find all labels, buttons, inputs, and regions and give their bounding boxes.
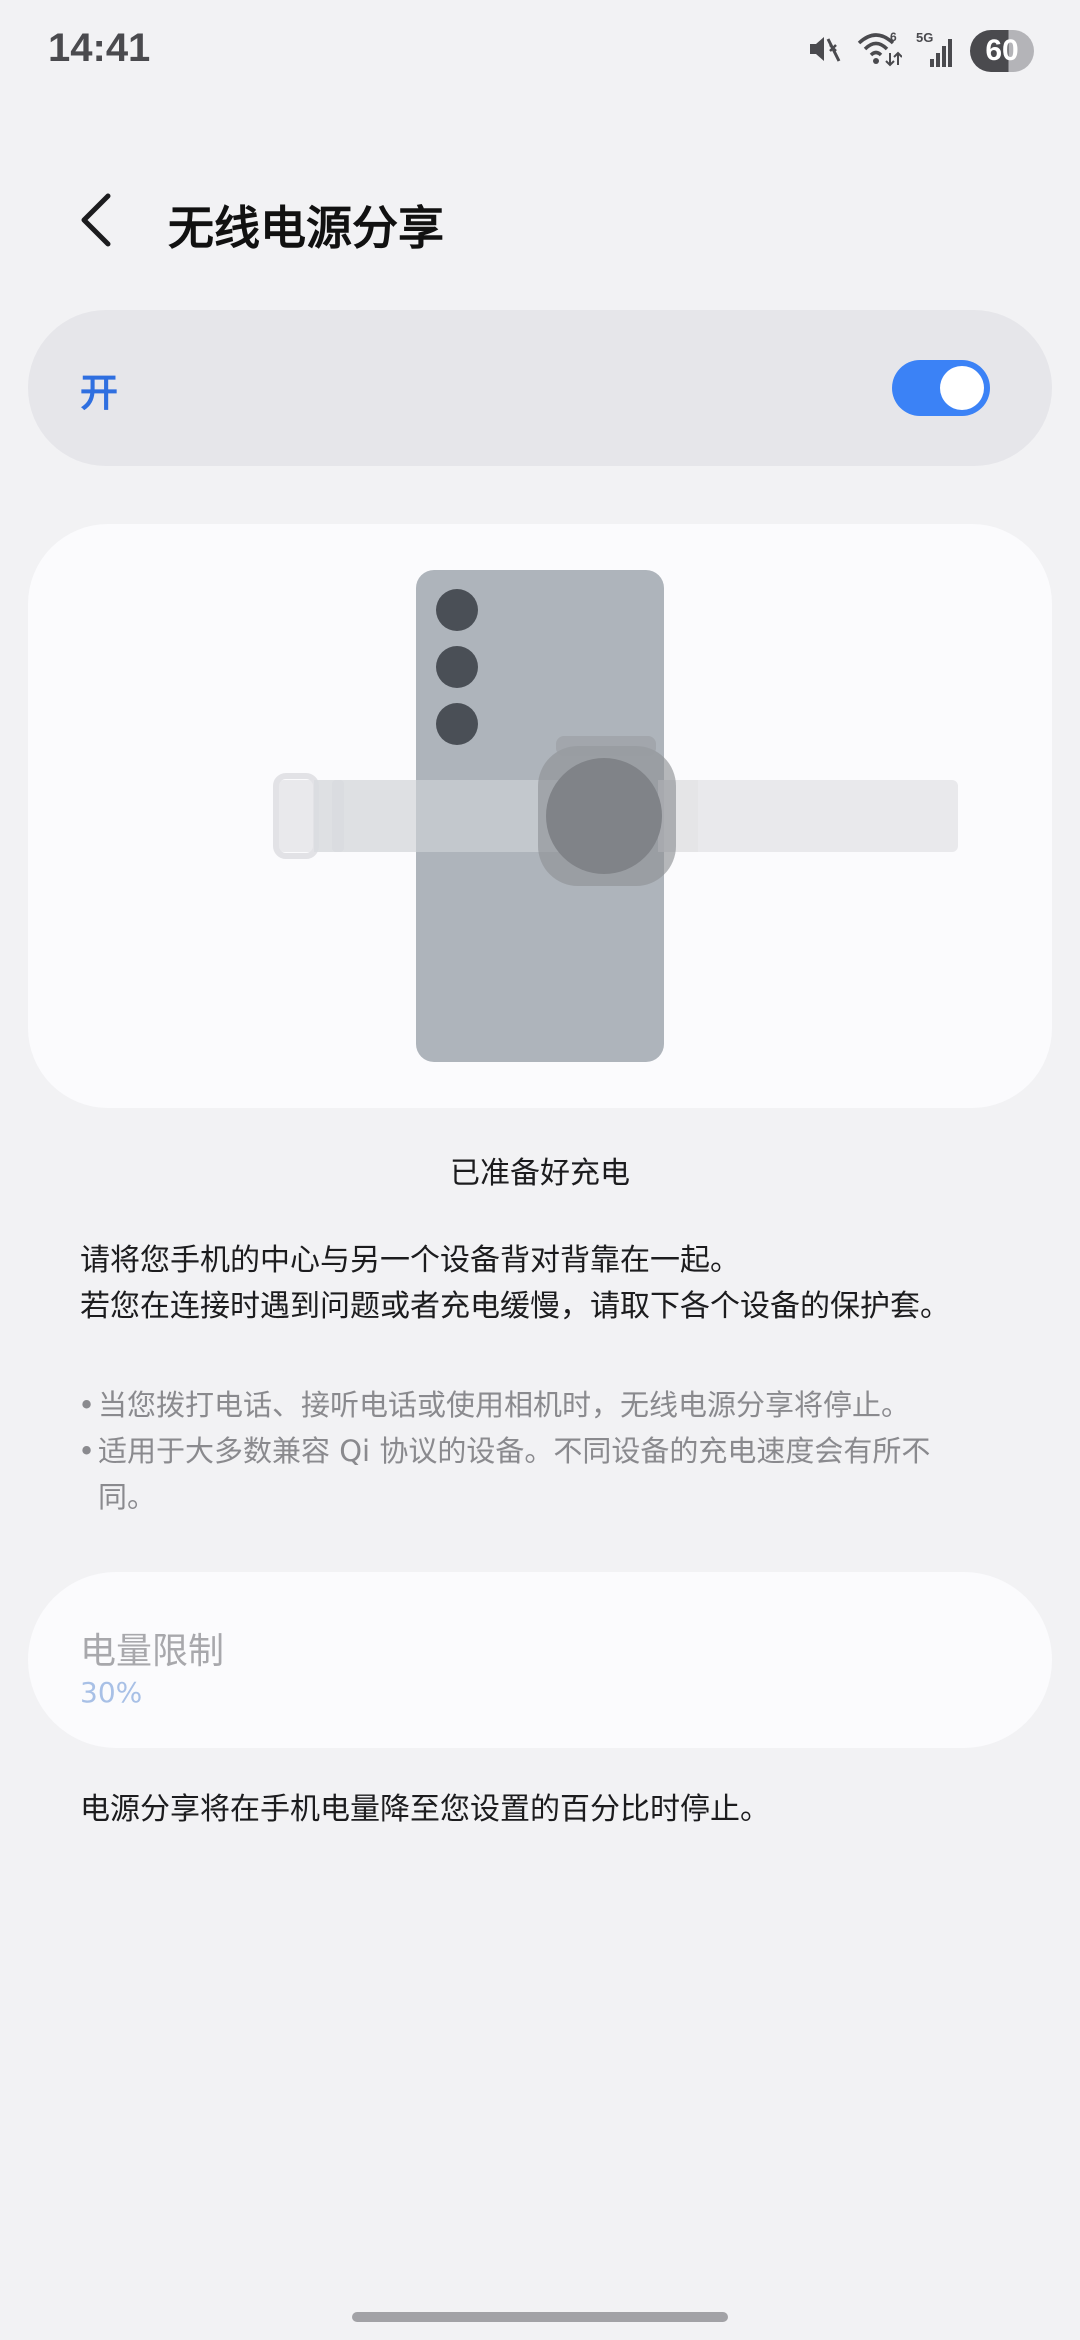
status-bar: 14:41 6 5G 60 [0, 0, 1080, 100]
watch-strap-overlay [314, 780, 564, 852]
instructions: 请将您手机的中心与另一个设备背对背靠在一起。 若您在连接时遇到问题或者充电缓慢，… [80, 1238, 1020, 1330]
charging-status: 已准备好充电 [450, 1156, 630, 1191]
note-text-1: 当您拨打电话、接听电话或使用相机时，无线电源分享将停止。 [98, 1388, 911, 1422]
signal-5g-icon: 5G [916, 29, 956, 73]
network-type-label: 5G [916, 30, 933, 45]
mute-icon [806, 31, 842, 71]
battery-limit-value: 30% [80, 1676, 143, 1709]
note-text-2: 适用于大多数兼容 Qi 协议的设备。不同设备的充电速度会有所不同。 [98, 1434, 931, 1514]
home-indicator[interactable] [352, 2312, 728, 2322]
notes-list: • 当您拨打电话、接听电话或使用相机时，无线电源分享将停止。 • 适用于大多数兼… [78, 1382, 978, 1520]
battery-limit-setting[interactable]: 电量限制 30% [28, 1572, 1052, 1748]
wifi-icon: 6 [856, 29, 903, 73]
camera-lens-3 [436, 703, 478, 745]
master-toggle-row[interactable]: 开 [28, 310, 1052, 466]
illustration-card [28, 524, 1052, 1108]
wifi-version-label: 6 [890, 30, 897, 44]
instruction-line-1: 请将您手机的中心与另一个设备背对背靠在一起。 [80, 1243, 740, 1278]
status-icons: 6 5G 60 [806, 28, 1034, 74]
toggle-label: 开 [80, 371, 119, 415]
bullet-icon: • [78, 1434, 96, 1468]
battery-limit-title: 电量限制 [80, 1631, 225, 1672]
bullet-icon: • [78, 1388, 96, 1422]
header: 无线电源分享 [0, 170, 1080, 270]
back-button[interactable] [70, 190, 130, 250]
camera-lens-1 [436, 589, 478, 631]
watch-crown [556, 736, 656, 756]
chevron-left-icon [70, 193, 130, 254]
page-title: 无线电源分享 [168, 201, 444, 255]
status-time: 14:41 [48, 26, 151, 70]
note-item: • 适用于大多数兼容 Qi 协议的设备。不同设备的充电速度会有所不同。 [78, 1428, 978, 1520]
camera-lens-2 [436, 646, 478, 688]
watch-face [546, 758, 662, 874]
instruction-line-2: 若您在连接时遇到问题或者充电缓慢，请取下各个设备的保护套。 [80, 1289, 950, 1324]
master-switch[interactable] [892, 360, 990, 416]
note-item: • 当您拨打电话、接听电话或使用相机时，无线电源分享将停止。 [78, 1382, 978, 1428]
phone-watch-charging-illustration [273, 570, 958, 1062]
battery-indicator: 60 [970, 30, 1034, 72]
battery-limit-description: 电源分享将在手机电量降至您设置的百分比时停止。 [80, 1792, 770, 1827]
switch-knob [940, 366, 984, 410]
